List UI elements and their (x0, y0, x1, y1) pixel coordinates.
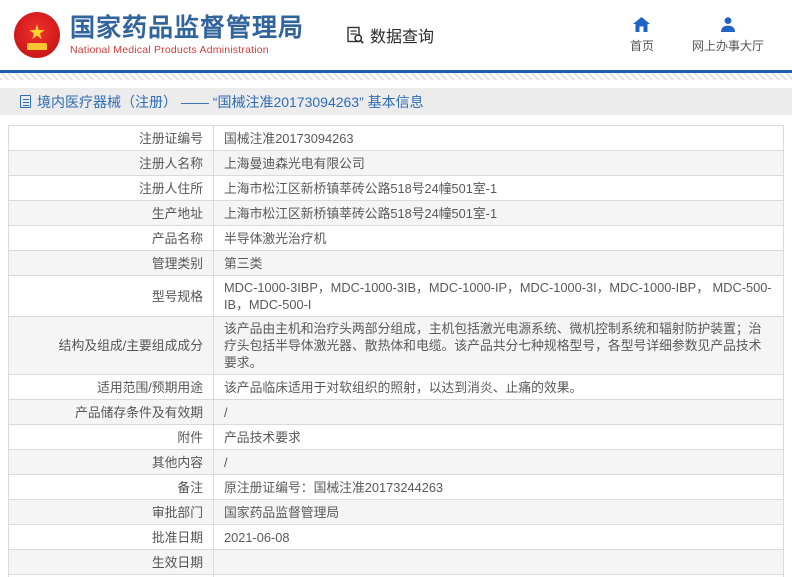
field-label: 注册证编号 (9, 126, 214, 151)
table-row: 附件产品技术要求 (9, 425, 784, 450)
table-row: 批准日期2021-06-08 (9, 525, 784, 550)
nav-home[interactable]: 首页 (630, 17, 654, 54)
nmpa-logo[interactable]: ★ 国家药品监督管理局 National Medical Products Ad… (14, 12, 304, 58)
home-icon (633, 17, 650, 32)
field-label: 审批部门 (9, 500, 214, 525)
nav-service-hall-label: 网上办事大厅 (692, 37, 764, 54)
data-query-label: 数据查询 (370, 23, 434, 47)
field-value: 2021-06-08 (214, 525, 784, 550)
nav-service-hall[interactable]: 网上办事大厅 (692, 17, 764, 54)
page-title-bar: 境内医疗器械（注册） —— “国械注准20173094263” 基本信息 (0, 88, 792, 115)
registration-info-section: 注册证编号国械注准20173094263注册人名称上海曼迪森光电有限公司注册人住… (0, 115, 792, 577)
table-row: 适用范围/预期用途该产品临床适用于对软组织的照射，以达到消炎、止痛的效果。 (9, 375, 784, 400)
field-value: 国械注准20173094263 (214, 126, 784, 151)
field-label: 批准日期 (9, 525, 214, 550)
table-row: 其他内容/ (9, 450, 784, 475)
field-value: 上海市松江区新桥镇莘砖公路518号24幢501室-1 (214, 176, 784, 201)
field-value: 该产品临床适用于对软组织的照射，以达到消炎、止痛的效果。 (214, 375, 784, 400)
org-name-cn: 国家药品监督管理局 (70, 14, 304, 43)
table-row: 型号规格MDC-1000-3IBP，MDC-1000-3IB，MDC-1000-… (9, 276, 784, 317)
field-value: 原注册证编号：国械注准20173244263 (214, 475, 784, 500)
field-label: 适用范围/预期用途 (9, 375, 214, 400)
table-row: 生产地址上海市松江区新桥镇莘砖公路518号24幢501室-1 (9, 201, 784, 226)
field-label: 生效日期 (9, 550, 214, 575)
data-query-tab[interactable]: 数据查询 (346, 23, 434, 47)
field-value: 产品技术要求 (214, 425, 784, 450)
registration-info-table: 注册证编号国械注准20173094263注册人名称上海曼迪森光电有限公司注册人住… (8, 125, 784, 577)
site-header: ★ 国家药品监督管理局 National Medical Products Ad… (0, 0, 792, 70)
field-label: 生产地址 (9, 201, 214, 226)
field-value: 上海市松江区新桥镇莘砖公路518号24幢501室-1 (214, 201, 784, 226)
table-row: 注册证编号国械注准20173094263 (9, 126, 784, 151)
field-value: / (214, 450, 784, 475)
table-row: 结构及组成/主要组成成分该产品由主机和治疗头两部分组成，主机包括激光电源系统、微… (9, 317, 784, 375)
table-row: 备注原注册证编号：国械注准20173244263 (9, 475, 784, 500)
page-title: 境内医疗器械（注册） —— “国械注准20173094263” 基本信息 (37, 92, 424, 112)
table-row: 注册人住所上海市松江区新桥镇莘砖公路518号24幢501室-1 (9, 176, 784, 201)
field-label: 注册人名称 (9, 151, 214, 176)
field-label: 其他内容 (9, 450, 214, 475)
field-label: 产品储存条件及有效期 (9, 400, 214, 425)
document-icon (20, 95, 31, 108)
field-label: 型号规格 (9, 276, 214, 317)
field-value: / (214, 400, 784, 425)
user-icon (720, 17, 736, 32)
field-label: 附件 (9, 425, 214, 450)
document-search-icon (346, 26, 365, 45)
field-value: MDC-1000-3IBP，MDC-1000-3IB，MDC-1000-IP，M… (214, 276, 784, 317)
table-row: 生效日期 (9, 550, 784, 575)
hatch-strip (0, 73, 792, 80)
nav-home-label: 首页 (630, 37, 654, 54)
top-nav: 首页 网上办事大厅 (630, 17, 778, 54)
field-label: 管理类别 (9, 251, 214, 276)
org-name-en: National Medical Products Administration (70, 44, 304, 56)
field-value (214, 550, 784, 575)
field-value: 该产品由主机和治疗头两部分组成，主机包括激光电源系统、微机控制系统和辐射防护装置… (214, 317, 784, 375)
field-value: 半导体激光治疗机 (214, 226, 784, 251)
table-row: 产品储存条件及有效期/ (9, 400, 784, 425)
field-label: 注册人住所 (9, 176, 214, 201)
field-value: 上海曼迪森光电有限公司 (214, 151, 784, 176)
table-row: 审批部门国家药品监督管理局 (9, 500, 784, 525)
field-value: 第三类 (214, 251, 784, 276)
field-value: 国家药品监督管理局 (214, 500, 784, 525)
field-label: 产品名称 (9, 226, 214, 251)
field-label: 备注 (9, 475, 214, 500)
field-label: 结构及组成/主要组成成分 (9, 317, 214, 375)
table-row: 产品名称半导体激光治疗机 (9, 226, 784, 251)
table-row: 注册人名称上海曼迪森光电有限公司 (9, 151, 784, 176)
table-row: 管理类别第三类 (9, 251, 784, 276)
national-emblem-icon: ★ (14, 12, 60, 58)
